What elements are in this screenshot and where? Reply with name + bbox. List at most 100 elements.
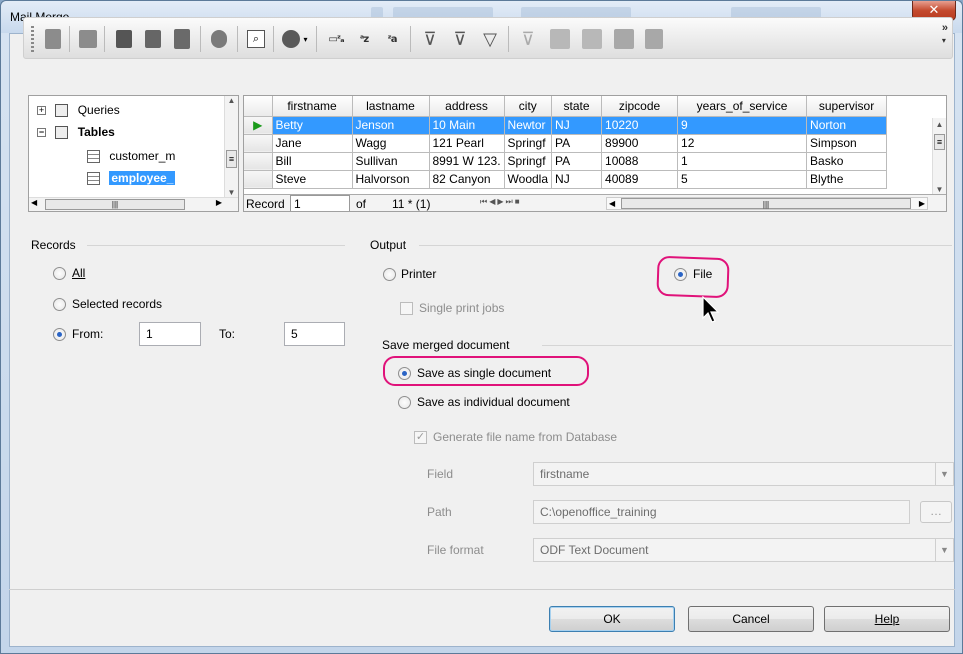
copy-button[interactable] [141,26,165,52]
table-cell[interactable]: Woodla [504,170,553,189]
field-dropdown[interactable]: firstname ▼ [533,462,954,486]
table-cell[interactable]: 12 [677,134,808,153]
table-cell[interactable]: Norton [806,116,888,135]
scroll-down-icon[interactable]: ▼ [225,188,238,197]
table-row[interactable]: Jane Wagg 121 Pearl Springf PA 89900 12 … [244,134,888,153]
save-individual-label[interactable]: Save as individual document [417,395,570,409]
table-cell[interactable]: Jenson [352,116,430,135]
mail-merge-button[interactable] [612,26,636,52]
scroll-down-icon[interactable]: ▼ [933,185,946,194]
table-cell[interactable]: Springf [504,152,553,171]
column-header[interactable]: city [504,96,553,117]
file-format-dropdown[interactable]: ODF Text Document ▼ [533,538,954,562]
record-number-input[interactable]: 1 [290,195,350,211]
generate-filename-label[interactable]: Generate file name from Database [433,430,617,444]
table-cell[interactable]: 10088 [601,152,679,171]
row-header[interactable] [244,152,273,171]
chevron-down-icon[interactable]: ▼ [935,539,953,561]
refresh-button[interactable]: ▾ [280,26,310,52]
table-cell[interactable]: 82 Canyon [429,170,505,189]
table-cell[interactable]: PA [551,134,603,153]
cut-button[interactable] [112,26,136,52]
table-cell[interactable]: Betty [272,116,353,135]
sort-ascending-button[interactable]: ᵃz [352,26,376,52]
from-record-input[interactable]: 1 [139,322,201,346]
selected-records-radio[interactable] [53,298,66,311]
records-all-radio[interactable] [53,267,66,280]
table-cell[interactable]: Wagg [352,134,430,153]
to-record-input[interactable]: 5 [284,322,345,346]
toolbar-overflow-button[interactable]: » ▾ [942,22,948,46]
table-cell[interactable]: Springf [504,134,553,153]
table-cell[interactable]: NJ [551,116,603,135]
row-header[interactable] [244,170,273,189]
tree-horizontal-scrollbar[interactable]: ◀ ||| ▶ [29,197,238,211]
table-cell[interactable]: Halvorson [352,170,430,189]
browse-path-button[interactable]: … [920,501,952,523]
sort-descending-button[interactable]: ᶻa [380,26,404,52]
explorer-toggle-button[interactable] [41,26,65,52]
sort-button[interactable]: ▭ᶻₐ [324,26,348,52]
column-header[interactable]: zipcode [601,96,679,117]
data-source-button[interactable] [642,26,666,52]
scroll-thumb[interactable]: ||| [621,198,911,209]
tree-item-queries[interactable]: + Queries [37,100,120,120]
save-individual-radio[interactable] [398,396,411,409]
scroll-up-icon[interactable]: ▲ [933,120,946,129]
table-cell[interactable]: Basko [806,152,888,171]
table-cell[interactable]: 1 [677,152,808,171]
scroll-thumb[interactable]: ≡ [226,150,237,168]
table-cell[interactable]: Jane [272,134,353,153]
table-cell[interactable]: 10 Main [429,116,505,135]
printer-label[interactable]: Printer [401,267,436,281]
table-row[interactable]: Bill Sullivan 8991 W 123. Springf PA 100… [244,152,888,171]
save-record-button[interactable] [76,26,100,52]
table-cell[interactable]: Sullivan [352,152,430,171]
table-cell[interactable]: 10220 [601,116,679,135]
path-input[interactable]: C:\openoffice_training [533,500,910,524]
standard-filter-button[interactable]: ▽ [478,26,502,52]
data-to-fields-button[interactable] [580,26,604,52]
grid-horizontal-scrollbar[interactable]: ◀ ||| ▶ [606,197,928,210]
table-cell[interactable]: Bill [272,152,353,171]
autofilter-button[interactable]: ⊽ [418,26,442,52]
table-cell[interactable]: 8991 W 123. [429,152,505,171]
table-cell[interactable]: Blythe [806,170,888,189]
paste-button[interactable] [170,26,194,52]
scroll-thumb[interactable]: ||| [45,199,185,210]
records-all-label[interactable]: All [72,266,85,280]
column-header[interactable]: supervisor [806,96,888,117]
table-cell[interactable]: Steve [272,170,353,189]
expand-icon[interactable]: + [37,106,46,116]
table-cell[interactable]: 5 [677,170,808,189]
generate-filename-checkbox[interactable]: ✓ [414,431,427,444]
scroll-right-icon[interactable]: ▶ [216,198,222,207]
column-header[interactable]: state [551,96,603,117]
row-header[interactable] [244,134,273,153]
tree-vertical-scrollbar[interactable]: ▲ ≡ ▼ [224,96,238,197]
chevron-down-icon[interactable]: ▼ [935,463,953,485]
table-cell[interactable]: 9 [677,116,808,135]
table-cell[interactable]: NJ [551,170,603,189]
table-row[interactable]: Steve Halvorson 82 Canyon Woodla NJ 4008… [244,170,888,189]
remove-filter-button[interactable]: ⊽ [516,26,540,52]
table-cell[interactable]: PA [551,152,603,171]
single-print-jobs-label[interactable]: Single print jobs [419,301,504,315]
from-label[interactable]: From: [72,327,103,341]
column-header[interactable]: firstname [272,96,353,117]
table-row[interactable]: ▶ Betty Jenson 10 Main Newtor NJ 10220 9… [244,116,888,135]
grid-vertical-scrollbar[interactable]: ▲ ≡ ▼ [932,118,946,196]
undo-button[interactable] [207,26,231,52]
find-record-button[interactable]: ⌕ [244,26,268,52]
single-print-jobs-checkbox[interactable] [400,302,413,315]
table-cell[interactable]: Simpson [806,134,888,153]
help-button[interactable]: Help [824,606,950,632]
scroll-thumb[interactable]: ≡ [934,134,945,150]
column-header[interactable]: address [429,96,505,117]
tree-item-employee[interactable]: employee_ [87,168,176,188]
record-nav-buttons[interactable]: ⏮◀▶⏭■ [480,197,522,207]
scroll-left-icon[interactable]: ◀ [31,198,37,207]
table-cell[interactable]: 89900 [601,134,679,153]
selected-records-label[interactable]: Selected records [72,297,162,311]
table-cell[interactable]: 40089 [601,170,679,189]
